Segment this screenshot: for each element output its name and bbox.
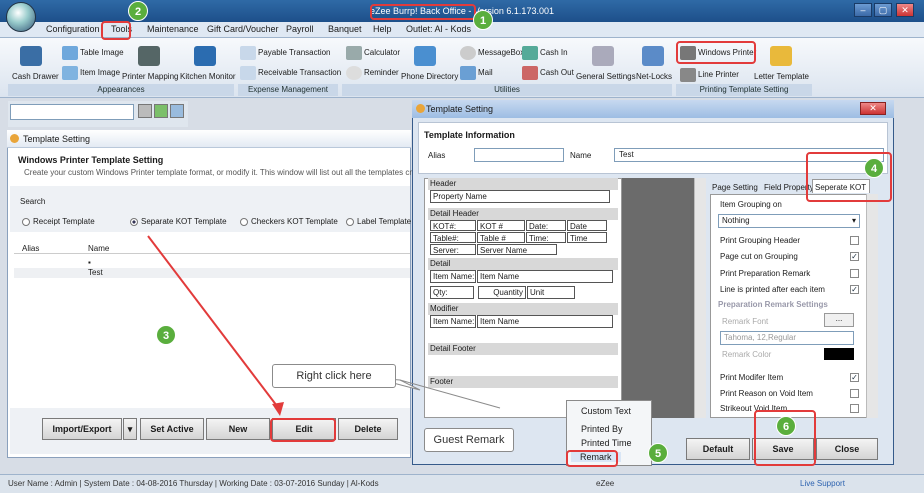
status-bar: User Name : Admin | System Date : 04-08-… xyxy=(0,474,924,493)
annotation-arrows xyxy=(147,235,501,416)
pointer-line xyxy=(399,379,501,409)
status-mid: eZee xyxy=(596,479,615,488)
callout-guest-remark: Guest Remark xyxy=(424,428,514,452)
live-support-link[interactable]: Live Support xyxy=(800,475,845,493)
red-arrow xyxy=(147,235,281,411)
arrow-head-icon xyxy=(272,402,284,416)
status-text: User Name : Admin | System Date : 04-08-… xyxy=(8,479,379,488)
callout-right-click: Right click here xyxy=(272,364,396,388)
app-menu-orb[interactable] xyxy=(6,2,36,32)
